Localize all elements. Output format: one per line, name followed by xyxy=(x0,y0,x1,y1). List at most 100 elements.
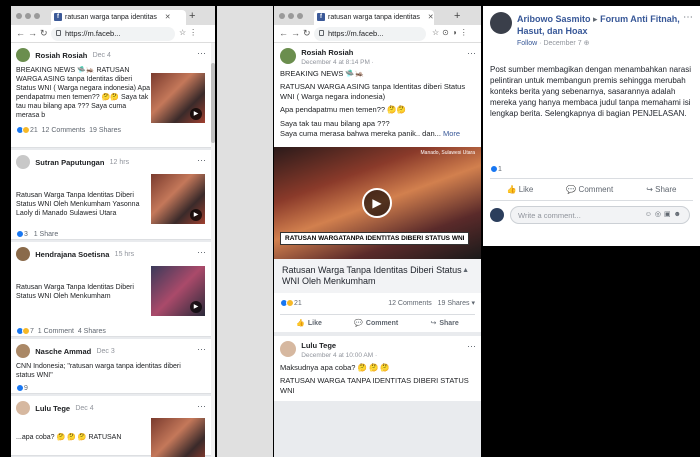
post-time[interactable]: December 4 at 10:00 AM · xyxy=(301,352,377,359)
post-time[interactable]: Dec 4 xyxy=(93,52,111,59)
comment-button[interactable]: 💬 Comment xyxy=(566,185,613,194)
like-button[interactable]: 👍 Like xyxy=(506,185,533,194)
post-meta: Follow · December 7 ⊕ xyxy=(517,40,590,47)
forward-icon[interactable]: → xyxy=(291,28,300,38)
list-item[interactable]: Lulu Tege Dec 4 ⋯ ...apa coba? 🤔 🤔 🤔 RAT… xyxy=(11,396,211,457)
forward-icon[interactable]: → xyxy=(28,28,37,38)
post-time[interactable]: 12 hrs xyxy=(110,159,129,166)
post-text: CNN Indonesia; "ratusan warga tanpa iden… xyxy=(16,363,181,379)
globe-icon: ⊕ xyxy=(583,40,590,47)
window-controls[interactable] xyxy=(279,12,306,21)
reaction-bar[interactable]: 3 1 Share xyxy=(16,230,206,238)
share-count[interactable]: 4 Shares xyxy=(78,328,106,335)
chevron-up-icon[interactable]: ▲ xyxy=(462,265,469,276)
link-preview[interactable]: Ratusan Warga Tanpa Identitas Diberi Sta… xyxy=(274,259,481,293)
scrollbar[interactable] xyxy=(211,43,215,457)
url-field[interactable]: https://m.faceb... xyxy=(314,27,426,41)
video-player[interactable]: Manado, Sulawesi Utara ▶ RATUSAN WARGATA… xyxy=(274,147,481,259)
video-thumbnail[interactable] xyxy=(151,418,205,457)
tab-title: ratusan warga tanpa identitas xyxy=(65,14,157,21)
avatar[interactable] xyxy=(490,12,512,34)
back-icon[interactable]: ← xyxy=(279,28,288,38)
like-reaction-icon xyxy=(490,165,498,173)
reload-icon[interactable]: ↻ xyxy=(40,28,48,39)
comment-button[interactable]: 💬 Comment xyxy=(354,319,398,327)
haha-reaction-icon xyxy=(22,327,30,335)
post-header: Lulu Tege December 4 at 10:00 AM · xyxy=(301,341,377,359)
comment-count[interactable]: 1 Comment xyxy=(38,328,74,335)
reload-icon[interactable]: ↻ xyxy=(303,28,311,39)
browser-tab[interactable]: f ratusan warga tanpa identitas ✕ xyxy=(51,10,186,25)
engagement-counts[interactable]: 12 Comments 19 Shares ▾ xyxy=(388,299,475,307)
comment-input[interactable]: Write a comment... ☺◎▣☻ xyxy=(510,206,690,224)
reaction-bar[interactable]: 1 xyxy=(490,165,693,179)
more-icon[interactable]: ⋯ xyxy=(197,48,206,59)
list-item[interactable]: Nasche Ammad Dec 3 ⋯ CNN Indonesia; "rat… xyxy=(11,339,211,394)
url-field[interactable]: https://m.faceb... xyxy=(51,27,175,41)
list-item[interactable]: Sutran Paputungan 12 hrs ⋯ ▶ Ratusan War… xyxy=(11,150,211,240)
link-title: Ratusan Warga Tanpa Identitas Diberi Sta… xyxy=(282,265,462,286)
share-count[interactable]: 1 Share xyxy=(34,231,59,238)
avatar xyxy=(490,208,504,222)
post-time[interactable]: Dec 4 xyxy=(75,405,93,412)
window-controls[interactable] xyxy=(16,12,43,21)
more-icon[interactable]: ⋯ xyxy=(197,344,206,355)
post-time[interactable]: December 7 xyxy=(543,40,581,47)
author-name[interactable]: Nasche Ammad xyxy=(35,347,91,356)
video-thumbnail[interactable]: ▶ xyxy=(151,174,205,224)
author-name[interactable]: Lulu Tege xyxy=(301,341,377,350)
more-icon[interactable]: ⋯ xyxy=(197,155,206,166)
facebook-icon: f xyxy=(54,13,62,21)
post-time[interactable]: 15 hrs xyxy=(115,251,134,258)
reaction-bar[interactable]: 9 xyxy=(16,384,206,392)
share-button[interactable]: ↪ Share xyxy=(646,185,676,194)
comment-count[interactable]: 12 Comments xyxy=(42,127,86,134)
author-name[interactable]: Rosiah Rosiah xyxy=(301,48,374,57)
more-icon[interactable]: ⋯ xyxy=(467,341,476,352)
reaction-bar[interactable]: 7 1 Comment 4 Shares xyxy=(16,327,206,335)
share-icon: ↪ xyxy=(646,185,653,194)
avatar[interactable] xyxy=(16,48,30,62)
play-icon[interactable]: ▶ xyxy=(362,188,392,218)
post-text: Post sumber membagikan dengan menambahka… xyxy=(490,65,692,118)
wow-reaction-icon xyxy=(22,126,30,134)
share-count[interactable]: 19 Shares xyxy=(89,127,121,134)
video-thumbnail[interactable]: ▶ xyxy=(151,73,205,123)
follow-button[interactable]: Follow xyxy=(517,40,537,47)
new-tab-button[interactable]: + xyxy=(189,10,195,22)
share-button[interactable]: ↪ Share xyxy=(430,319,458,327)
avatar[interactable] xyxy=(16,401,30,415)
action-bar: 👍 Like 💬 Comment ↪ Share xyxy=(490,179,693,201)
post-time[interactable]: Dec 3 xyxy=(96,348,114,355)
more-icon[interactable]: ⋯ xyxy=(467,48,476,59)
list-item[interactable]: Rosiah Rosiah Dec 4 ⋯ ▶ BREAKING NEWS 🛸🦗… xyxy=(11,43,211,148)
toolbar-icons[interactable]: ☆⊙◑⋮ xyxy=(432,28,471,37)
like-button[interactable]: 👍 Like xyxy=(296,319,322,327)
author-name[interactable]: Rosiah Rosiah xyxy=(35,51,87,60)
author-name[interactable]: Sutran Paputungan xyxy=(35,158,104,167)
avatar[interactable] xyxy=(280,341,296,357)
reaction-bar[interactable]: 21 12 Comments 19 Shares xyxy=(16,126,206,134)
see-more-link[interactable]: More xyxy=(443,129,460,138)
avatar[interactable] xyxy=(16,155,30,169)
more-icon[interactable]: ⋯ xyxy=(197,401,206,412)
author-name[interactable]: Hendrajana Soetisna xyxy=(35,250,109,259)
avatar[interactable] xyxy=(280,48,296,64)
more-icon[interactable]: ⋯ xyxy=(683,12,693,23)
new-tab-button[interactable]: + xyxy=(454,10,460,22)
reaction-bar[interactable]: 21 12 Comments 19 Shares ▾ xyxy=(280,299,475,309)
more-icon[interactable]: ⋯ xyxy=(197,247,206,258)
video-thumbnail[interactable]: ▶ xyxy=(151,266,205,316)
avatar[interactable] xyxy=(16,344,30,358)
emoji-camera-gif-sticker-icons[interactable]: ☺◎▣☻ xyxy=(645,210,684,218)
back-icon[interactable]: ← xyxy=(16,28,25,38)
avatar[interactable] xyxy=(16,247,30,261)
toolbar-icons[interactable]: ☆⋮ xyxy=(179,28,200,37)
list-item[interactable]: Hendrajana Soetisna 15 hrs ⋯ ▶ Ratusan W… xyxy=(11,242,211,337)
browser-tab[interactable]: f ratusan warga tanpa identitas ✕ xyxy=(314,10,434,25)
author-name[interactable]: Lulu Tege xyxy=(35,404,70,413)
post-time[interactable]: December 4 at 8:14 PM · xyxy=(301,59,374,66)
close-icon[interactable]: ✕ xyxy=(165,14,171,21)
close-icon[interactable]: ✕ xyxy=(428,14,434,21)
author-name[interactable]: Aribowo Sasmito xyxy=(517,14,591,24)
